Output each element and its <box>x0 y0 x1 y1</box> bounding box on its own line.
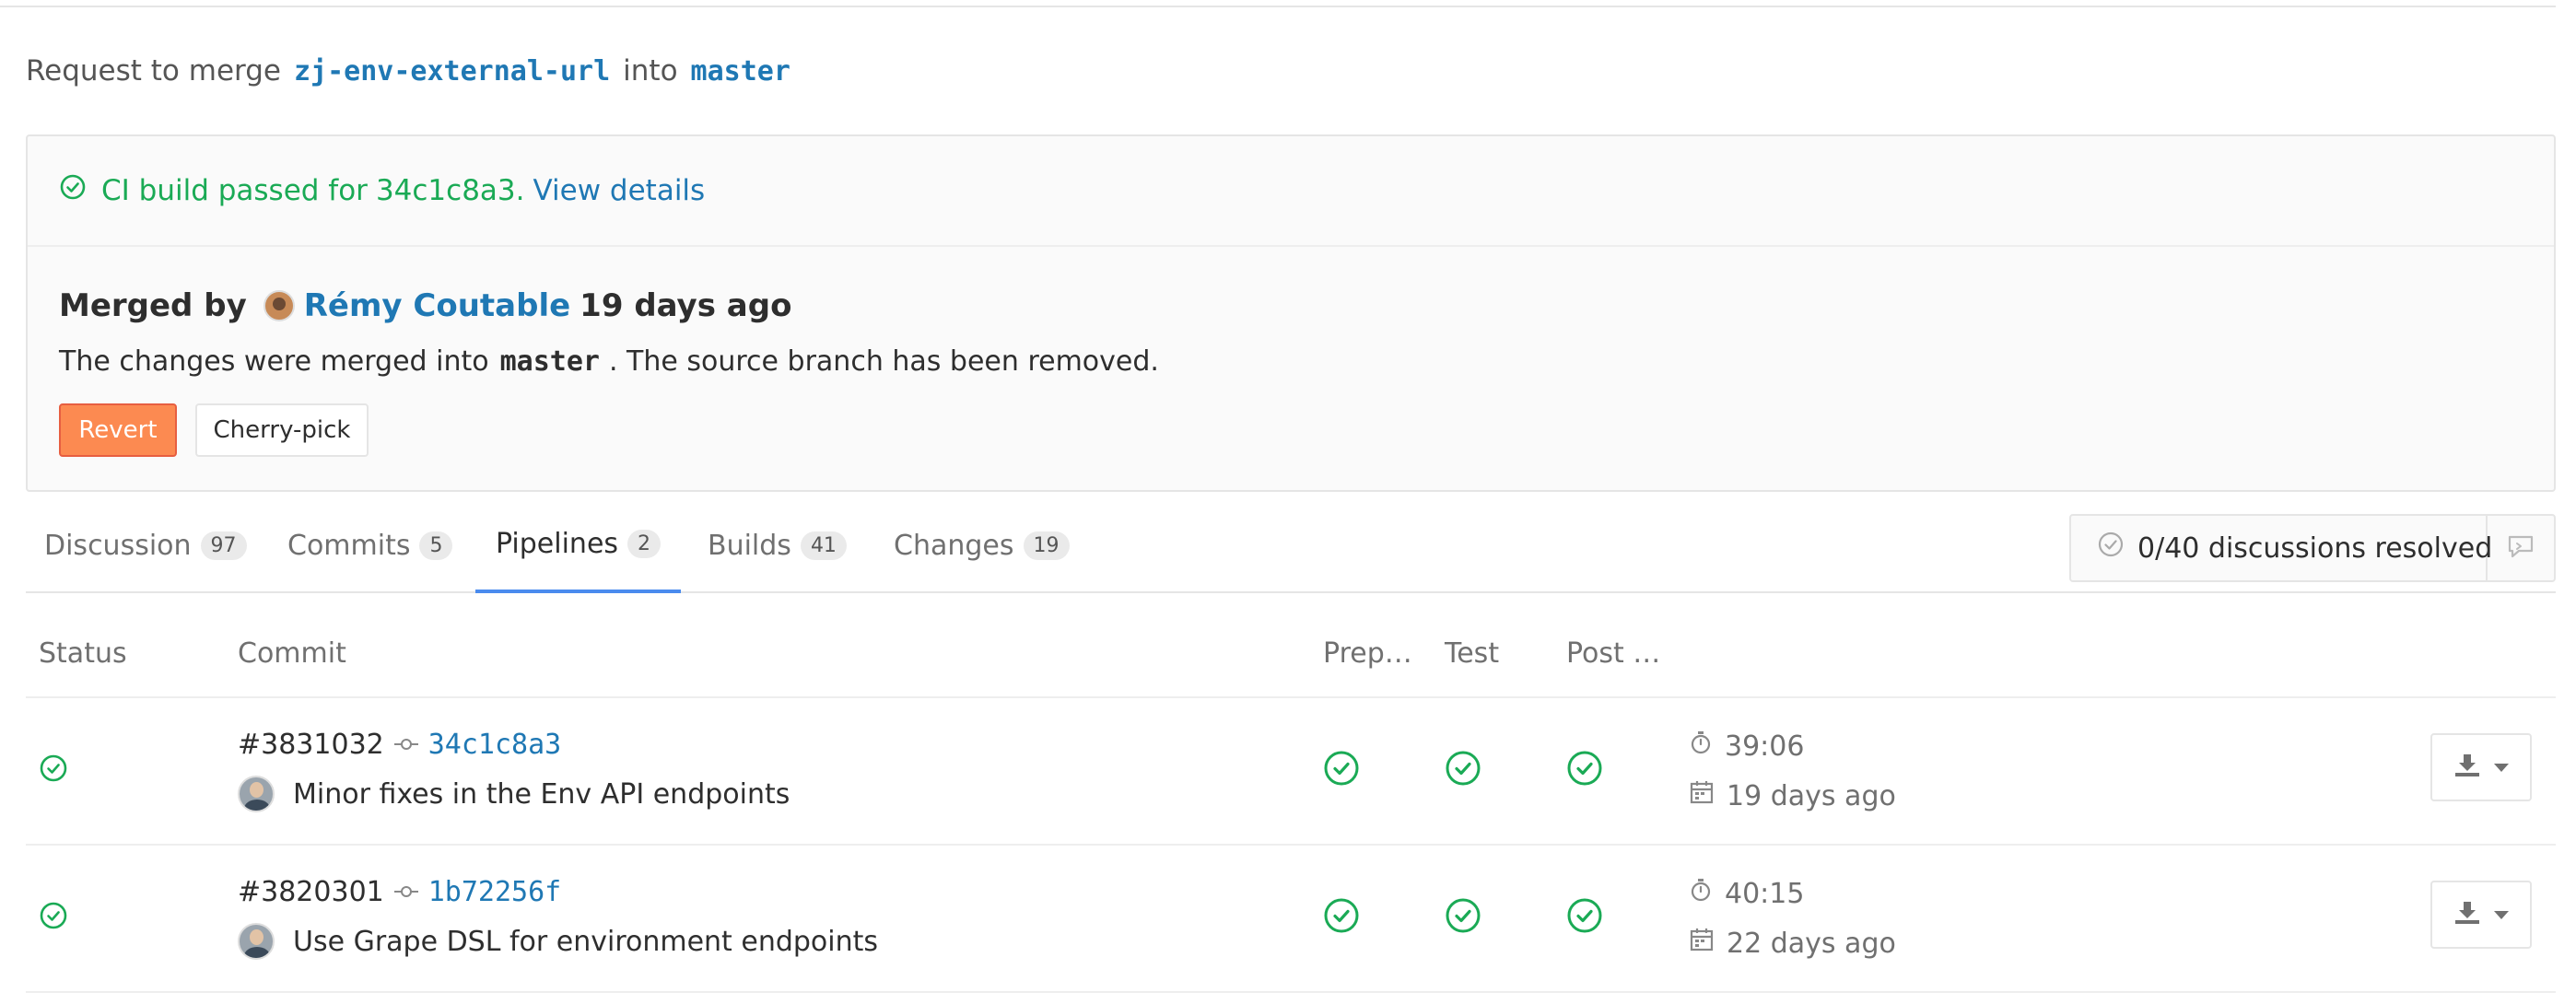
tab-label: Builds <box>708 529 791 562</box>
pipeline-finished: 22 days ago <box>1690 923 1896 963</box>
check-circle-icon[interactable] <box>39 753 68 787</box>
commit-message-line: Minor fixes in the Env API endpoints <box>238 774 790 814</box>
tab-label: Discussion <box>44 529 192 562</box>
tab-count-badge: 2 <box>627 529 662 558</box>
calendar-icon <box>1690 779 1727 812</box>
pipeline-finished: 19 days ago <box>1690 776 1896 816</box>
stage-post-status-icon[interactable] <box>1566 897 1603 938</box>
tab-count-badge: 5 <box>419 531 453 560</box>
merged-description: The changes were merged into master . Th… <box>59 341 1159 381</box>
pipeline-id-line: #3820301 1b72256f <box>238 873 561 910</box>
ci-status-text: CI build passed for <box>101 174 368 207</box>
stage-post-status-icon[interactable] <box>1566 750 1603 790</box>
commit-column-header: Commit <box>238 636 346 670</box>
tab-count-badge: 19 <box>1023 531 1070 560</box>
table-row: #3831032 34c1c8a3 Minor fixes in the Env… <box>26 698 2556 846</box>
merged-desc-suffix: . The source branch has been removed. <box>608 344 1159 378</box>
commit-message-link[interactable]: Use Grape DSL for environment endpoints <box>293 926 878 958</box>
merged-desc-branch: master <box>499 344 600 378</box>
tab-pipelines[interactable]: Pipelines 2 <box>475 497 682 593</box>
tab-count-badge: 41 <box>800 531 847 560</box>
top-divider <box>0 6 2556 7</box>
commit-sha-link[interactable]: 34c1c8a3 <box>428 729 562 761</box>
pipeline-id-line: #3831032 34c1c8a3 <box>238 726 561 763</box>
download-icon <box>2453 753 2481 782</box>
stopwatch-icon <box>1690 730 1725 763</box>
ci-commit-sha[interactable]: 34c1c8a3. <box>376 174 525 207</box>
avatar[interactable] <box>238 776 275 812</box>
commit-icon <box>393 884 419 899</box>
tab-label: Changes <box>894 529 1014 562</box>
discussions-resolved-text: 0/40 discussions resolved <box>2137 531 2493 565</box>
commit-message-link[interactable]: Minor fixes in the Env API endpoints <box>293 778 790 811</box>
check-circle-icon[interactable] <box>39 901 68 934</box>
pipeline-duration: 39:06 <box>1690 728 1804 765</box>
chevron-down-icon <box>2494 763 2509 772</box>
ci-status-row: CI build passed for 34c1c8a3. View detai… <box>28 136 2554 247</box>
merged-desc-prefix: The changes were merged into <box>59 344 489 378</box>
avatar[interactable] <box>238 923 275 960</box>
merge-request-header: Request to merge zj-env-external-url int… <box>26 50 790 92</box>
chevron-down-icon <box>2494 910 2509 919</box>
stage-post-header: Post … <box>1566 636 1661 670</box>
cherry-pick-button[interactable]: Cherry-pick <box>195 403 369 457</box>
check-circle-icon <box>59 173 87 208</box>
commit-message-line: Use Grape DSL for environment endpoints <box>238 921 878 962</box>
stage-test-status-icon[interactable] <box>1445 897 1481 938</box>
target-branch-link[interactable]: master <box>691 55 790 88</box>
merged-by-line: Merged by Rémy Coutable 19 days ago <box>59 284 791 328</box>
commit-sha-link[interactable]: 1b72256f <box>428 876 562 908</box>
discussions-resolved-status: 0/40 discussions resolved <box>2071 516 2492 580</box>
tab-changes[interactable]: Changes 19 <box>894 497 1070 593</box>
pipeline-id-link[interactable]: #3820301 <box>238 876 384 908</box>
stage-prepare-status-icon[interactable] <box>1323 750 1360 790</box>
download-artifacts-button[interactable] <box>2430 881 2532 949</box>
status-column-header: Status <box>39 636 127 670</box>
calendar-icon <box>1690 927 1727 960</box>
merged-time: 19 days ago <box>580 287 792 324</box>
stopwatch-icon <box>1690 877 1725 910</box>
pipeline-duration: 40:15 <box>1690 875 1804 912</box>
view-details-link[interactable]: View details <box>533 174 706 207</box>
merged-by-user-link[interactable]: Rémy Coutable <box>304 287 570 324</box>
comment-icon <box>2505 532 2536 564</box>
download-artifacts-button[interactable] <box>2430 733 2532 801</box>
stage-prepare-status-icon[interactable] <box>1323 897 1360 938</box>
discussions-resolved-widget: 0/40 discussions resolved <box>2069 514 2556 582</box>
pipeline-id-link[interactable]: #3831032 <box>238 729 384 761</box>
merge-request-widget: CI build passed for 34c1c8a3. View detai… <box>26 134 2556 492</box>
tab-builds[interactable]: Builds 41 <box>708 497 847 593</box>
download-icon <box>2453 900 2481 929</box>
duration-text: 40:15 <box>1725 877 1805 910</box>
duration-text: 39:06 <box>1725 730 1805 763</box>
tab-label: Commits <box>287 529 411 562</box>
finished-text: 19 days ago <box>1727 779 1896 812</box>
stage-prepare-header: Prep… <box>1323 636 1412 670</box>
check-circle-icon <box>2097 531 2137 566</box>
jump-to-discussion-button[interactable] <box>2488 516 2554 580</box>
tab-discussion[interactable]: Discussion 97 <box>44 497 247 593</box>
stage-test-status-icon[interactable] <box>1445 750 1481 790</box>
pipelines-table-header: Status Commit Prep… Test Post … <box>26 608 2556 698</box>
revert-button[interactable]: Revert <box>59 403 177 457</box>
tab-count-badge: 97 <box>200 531 247 560</box>
merged-by-label: Merged by <box>59 287 247 324</box>
source-branch-link[interactable]: zj-env-external-url <box>294 55 610 88</box>
finished-text: 22 days ago <box>1727 927 1896 960</box>
avatar[interactable] <box>263 290 295 321</box>
table-row: #3820301 1b72256f Use Grape DSL for envi… <box>26 846 2556 993</box>
tab-commits[interactable]: Commits 5 <box>287 497 453 593</box>
merge-request-into: into <box>623 54 678 88</box>
stage-test-header: Test <box>1445 636 1500 670</box>
tab-label: Pipelines <box>496 527 619 560</box>
merge-request-prefix: Request to merge <box>26 54 281 88</box>
commit-icon <box>393 737 419 752</box>
